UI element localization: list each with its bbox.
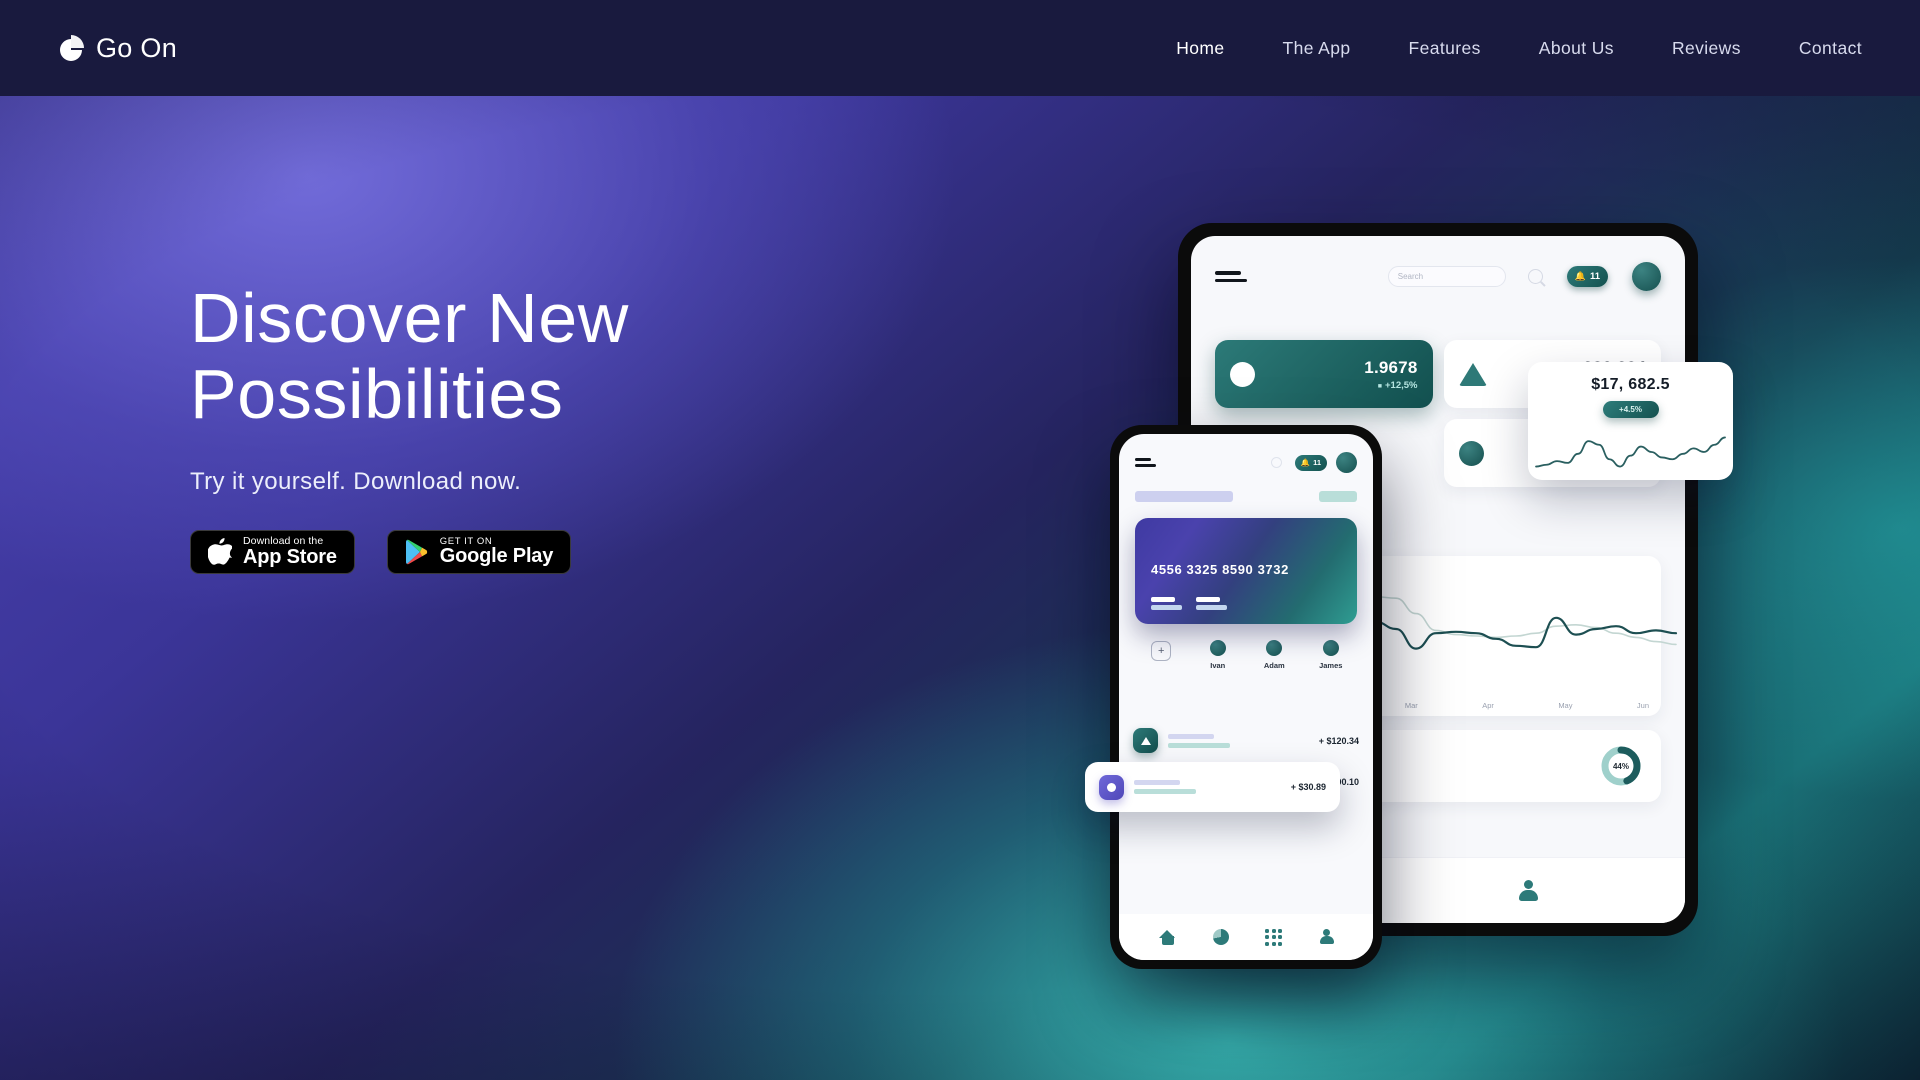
plus-icon: +: [1151, 641, 1172, 661]
nav-item-reviews[interactable]: Reviews: [1670, 32, 1743, 65]
search-placeholder: Search: [1397, 272, 1424, 281]
triangle-icon: [1133, 728, 1158, 753]
hero-title: Discover New Possibilities: [190, 279, 629, 433]
pie-chart-icon: [60, 35, 84, 61]
transaction-placeholder-lines: [1134, 780, 1196, 794]
hamburger-icon[interactable]: [1135, 458, 1156, 467]
hero-section: Discover New Possibilities Try it yourse…: [190, 280, 890, 574]
contacts-row: + Ivan Adam James: [1119, 624, 1373, 670]
price-card[interactable]: $17, 682.5 +4.5%: [1528, 362, 1733, 480]
chart-x-tick: Apr: [1482, 701, 1494, 710]
nav-item-home[interactable]: Home: [1174, 32, 1226, 65]
google-play-icon: [405, 539, 427, 565]
person-icon[interactable]: [1518, 879, 1538, 902]
contact-name: Ivan: [1210, 661, 1226, 670]
credit-card[interactable]: 4556 3325 8590 3732: [1135, 518, 1357, 624]
avatar[interactable]: [1336, 452, 1357, 473]
transaction-amount: + $30.89: [1290, 782, 1326, 792]
transaction-placeholder-lines: [1168, 733, 1230, 748]
credit-card-number: 4556 3325 8590 3732: [1151, 562, 1289, 577]
contact-item[interactable]: James: [1303, 640, 1360, 670]
phone-header: 🔔 11: [1119, 434, 1373, 473]
circle-icon: [1099, 774, 1124, 800]
chart-x-tick: Jun: [1636, 701, 1649, 710]
page-root: Go On Home The App Features About Us Rev…: [0, 0, 1920, 1080]
contact-avatar: [1266, 640, 1283, 656]
notification-badge[interactable]: 🔔 11: [1566, 266, 1608, 287]
chart-x-tick: Mar: [1404, 701, 1418, 710]
earnings-donut-chart: 44%: [1599, 744, 1643, 788]
app-store-big-label: App Store: [243, 546, 337, 569]
add-contact-button[interactable]: +: [1133, 640, 1190, 661]
stat-card-1-text: 1.9678 ■ +12,5%: [1364, 358, 1417, 391]
stat-card-1-delta: ■ +12,5%: [1377, 379, 1418, 391]
earnings-percent: 44%: [1612, 761, 1629, 771]
brand-name: Go On: [96, 32, 178, 63]
nav-item-the-app[interactable]: The App: [1280, 32, 1352, 65]
credit-card-mark: [1151, 597, 1182, 610]
contact-item[interactable]: Adam: [1246, 640, 1303, 670]
search-icon[interactable]: [1270, 457, 1282, 468]
notification-badge[interactable]: 🔔 11: [1294, 454, 1327, 471]
price-sparkline: [1535, 436, 1726, 468]
tablet-header: Search 🔔 11: [1191, 236, 1685, 291]
nav-links: Home The App Features About Us Reviews C…: [1174, 32, 1864, 65]
phone-bottom-nav: [1119, 914, 1373, 960]
apple-icon: [208, 538, 232, 565]
circle-icon: [1230, 361, 1255, 387]
nav-item-about-us[interactable]: About Us: [1537, 32, 1616, 65]
bell-icon: 🔔: [1300, 458, 1311, 467]
person-icon[interactable]: [1319, 929, 1334, 945]
credit-card-mark: [1196, 597, 1227, 610]
price-delta-badge: +4.5%: [1602, 401, 1659, 418]
hamburger-icon[interactable]: [1215, 271, 1247, 282]
hero-subtitle: Try it yourself. Download now.: [190, 468, 522, 495]
placeholder-bar-secondary: [1319, 491, 1357, 502]
chart-x-tick: May: [1558, 701, 1573, 710]
nav-item-features[interactable]: Features: [1406, 32, 1482, 65]
google-play-big-label: Google Play: [439, 545, 554, 568]
phone-placeholder-bars: [1119, 491, 1373, 502]
phone-mockup: 🔔 11 4556 3325 8590 3732 + Ivan Adam Jam…: [1110, 425, 1382, 969]
floating-transaction-row[interactable]: + $30.89: [1085, 762, 1340, 812]
price-value: $17, 682.5: [1591, 376, 1670, 393]
search-icon[interactable]: [1527, 269, 1543, 284]
stat-card-1[interactable]: 1.9678 ■ +12,5%: [1215, 340, 1433, 408]
avatar[interactable]: [1632, 262, 1661, 291]
grid-icon[interactable]: [1265, 928, 1283, 946]
contact-avatar: [1322, 640, 1339, 656]
transaction-amount: + $120.34: [1318, 735, 1359, 746]
triangle-icon: [1458, 362, 1487, 386]
home-icon[interactable]: [1159, 929, 1176, 945]
app-store-button[interactable]: Download on the App Store: [190, 530, 355, 574]
contact-name: Adam: [1263, 661, 1285, 670]
stat-card-1-value: 1.9678: [1364, 357, 1418, 377]
bell-icon: 🔔: [1574, 271, 1586, 281]
contact-name: James: [1319, 661, 1343, 670]
contact-item[interactable]: Ivan: [1190, 640, 1247, 670]
store-badges: Download on the App Store GET IT ON Goog…: [190, 530, 890, 574]
nav-item-contact[interactable]: Contact: [1797, 32, 1864, 65]
phone-screen: 🔔 11 4556 3325 8590 3732 + Ivan Adam Jam…: [1119, 434, 1373, 960]
notification-count: 11: [1313, 458, 1321, 467]
brand-logo[interactable]: Go On: [56, 33, 177, 64]
notification-count: 11: [1589, 271, 1600, 282]
placeholder-bar-primary: [1135, 491, 1233, 502]
credit-card-marks: [1151, 597, 1227, 610]
navbar: Go On Home The App Features About Us Rev…: [0, 0, 1920, 96]
transaction-row[interactable]: + $120.34: [1133, 728, 1359, 753]
contact-avatar: [1209, 640, 1226, 656]
circle-icon: [1458, 440, 1484, 466]
pie-chart-icon[interactable]: [1212, 929, 1229, 945]
search-input[interactable]: Search: [1387, 266, 1506, 287]
google-play-button[interactable]: GET IT ON Google Play: [386, 530, 572, 574]
